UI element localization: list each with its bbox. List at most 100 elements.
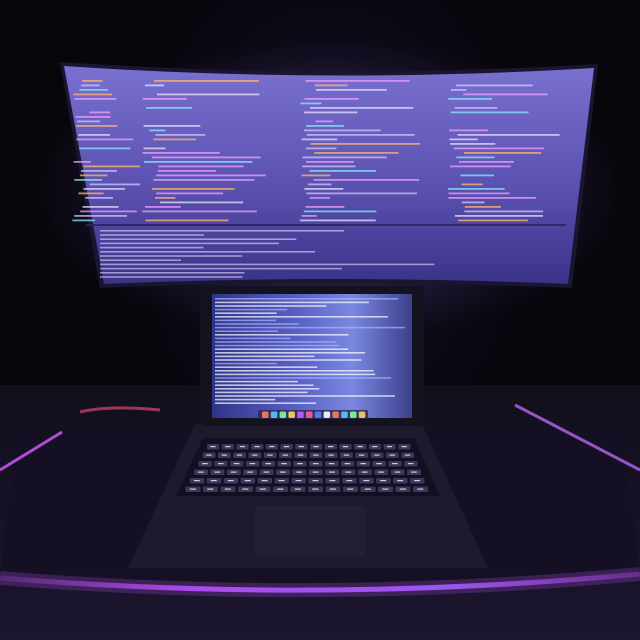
key-legend [210,480,217,482]
key-legend [312,463,319,465]
dock-icon [358,411,366,418]
code-line [460,174,495,177]
terminal-line [215,319,277,322]
code-line [453,147,545,150]
key-legend [346,480,353,482]
code-line [454,107,498,109]
code-line [158,165,244,168]
key-legend [360,463,366,465]
code-line [461,201,485,204]
code-line [78,192,104,195]
key-legend [361,471,368,473]
key-legend [206,454,212,456]
key-legend [345,471,352,473]
console-line [100,238,297,240]
code-line [449,165,511,168]
code-line [79,174,108,177]
key-legend [269,446,275,448]
code-line [450,143,496,145]
key-legend [242,488,249,490]
code-line [154,197,176,199]
terminal-line [215,391,308,394]
key-legend [259,488,266,490]
key-legend [221,454,227,456]
terminal-line [215,373,376,376]
key-legend [239,446,245,448]
code-line [450,111,529,114]
code-line [314,84,348,87]
code-line [156,93,260,96]
code-line [76,138,134,141]
key-legend [278,480,285,482]
laptop-trackpad [255,506,365,556]
key-legend [279,471,286,473]
key-legend [244,480,251,482]
code-line [304,111,358,114]
key-legend [313,446,319,448]
dock-icon [350,411,357,418]
code-line [145,84,164,87]
key-legend [247,471,253,473]
key-legend [313,454,319,456]
key-legend [329,480,336,482]
code-line [144,161,253,163]
key-legend [210,446,216,448]
terminal-line [215,380,298,383]
terminal-line [215,395,395,397]
key-legend [312,471,319,473]
code-line [149,129,166,132]
console-line [100,263,435,266]
code-line [73,161,91,163]
key-legend [378,471,384,473]
key-legend [404,454,411,456]
code-line [464,206,501,208]
terminal-line [215,344,340,347]
key-legend [283,446,290,448]
key-legend [267,454,273,456]
key-legend [254,446,260,448]
key-legend [249,463,256,465]
code-line [81,84,100,87]
key-legend [342,446,348,448]
terminal-line [215,334,349,336]
code-line [83,188,125,190]
key-legend [397,480,404,482]
code-line [314,152,399,154]
console-line [100,272,245,274]
key-legend [343,454,350,456]
key-legend [363,480,370,482]
console-line [100,255,243,257]
terminal-line [215,316,388,318]
key-legend [364,488,371,490]
key-legend [282,454,288,456]
key-legend [277,488,284,490]
code-line [76,125,118,127]
key-legend [202,463,208,465]
key-legend [328,446,334,448]
code-line [448,188,505,190]
key-legend [225,446,231,448]
code-line [155,134,206,136]
key-legend [233,463,240,465]
code-line [83,165,140,168]
key-legend [374,454,380,456]
dock-icon [279,411,287,418]
terminal-line [215,370,374,372]
terminal-line [215,330,279,332]
console-line [100,251,316,253]
console-line [100,234,204,236]
terminal-line [215,312,277,314]
key-legend [224,488,231,490]
code-line [153,80,259,82]
code-line [151,188,235,190]
code-line [306,125,344,127]
code-line [75,116,111,118]
key-legend [297,454,304,456]
terminal-line [215,366,318,368]
terminal-line [215,348,349,350]
key-legend [376,463,382,465]
terminal-line [215,388,320,390]
code-line [306,192,418,195]
terminal-line [215,298,399,300]
dock-icon [288,411,295,418]
